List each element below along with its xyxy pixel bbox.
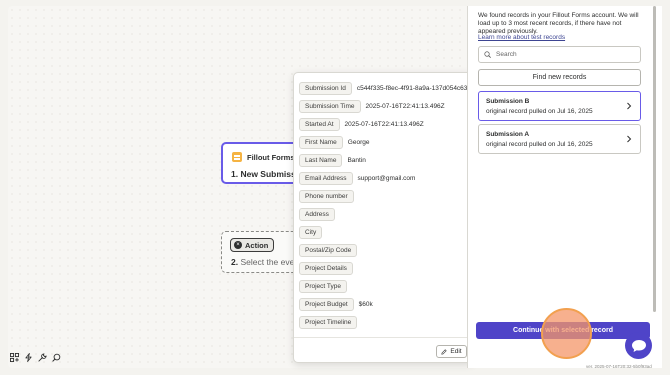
- canvas-toolbar: [10, 353, 61, 362]
- field-row: Started At 2025-07-16T22:41:13.496Z: [299, 118, 424, 131]
- close-icon: ×: [234, 241, 242, 249]
- learn-more-link[interactable]: Learn more about test records: [478, 34, 565, 41]
- field-label: Project Details: [299, 262, 353, 275]
- step-app: Fillout Forms: [232, 152, 295, 162]
- field-value: 2025-07-16T22:41:13.496Z: [344, 121, 424, 128]
- field-row: Submission Time 2025-07-16T22:41:13.496Z: [299, 100, 445, 113]
- field-row: Project Budget $60k: [299, 298, 373, 311]
- chevron-right-icon: [627, 135, 632, 143]
- search-icon[interactable]: [52, 353, 61, 362]
- field-row: Submission Id c544f335-f8ec-4f91-8a9a-13…: [299, 82, 473, 95]
- record-title: Submission B: [486, 98, 530, 105]
- field-label: Project Type: [299, 280, 348, 293]
- field-row: Phone number: [299, 190, 354, 203]
- search-input[interactable]: [496, 51, 636, 58]
- step-title: 2. Select the event: [231, 257, 301, 267]
- field-label: First Name: [299, 136, 343, 149]
- field-label: Submission Id: [299, 82, 352, 95]
- step-app-name: Fillout Forms: [247, 152, 295, 162]
- wrench-icon[interactable]: [38, 353, 47, 362]
- field-label: Address: [299, 208, 335, 221]
- continue-with-selected-record-button[interactable]: Continue with selected record: [476, 322, 650, 339]
- field-row: Address: [299, 208, 335, 221]
- field-row: City: [299, 226, 323, 239]
- chevron-right-icon: [627, 102, 632, 110]
- record-subtitle: original record pulled on Jul 16, 2025: [486, 141, 593, 148]
- field-value: $60k: [358, 301, 373, 308]
- apps-icon[interactable]: [10, 353, 19, 362]
- field-value: c544f335-f8ec-4f91-8a9a-137d054c63f0: [356, 85, 473, 92]
- search-field[interactable]: [478, 46, 641, 63]
- step-number: 1.: [231, 169, 239, 179]
- panel-intro-text: We found records in your Fillout Forms a…: [478, 12, 639, 35]
- bolt-icon[interactable]: [24, 353, 33, 362]
- popup-divider: [294, 337, 473, 338]
- edit-icon: [441, 348, 447, 355]
- edit-button[interactable]: Edit: [436, 345, 467, 358]
- version-label: ver. 2025-07-16T20:32-5b0f93ad: [586, 364, 652, 369]
- test-records-panel: We found records in your Fillout Forms a…: [467, 6, 662, 368]
- field-value: 2025-07-16T22:41:13.496Z: [365, 103, 445, 110]
- edit-button-label: Edit: [450, 348, 462, 355]
- record-detail-popup: Submission Id c544f335-f8ec-4f91-8a9a-13…: [293, 72, 474, 363]
- field-label: Project Timeline: [299, 316, 358, 329]
- field-label: Started At: [299, 118, 340, 131]
- field-row: Project Type: [299, 280, 348, 293]
- record-title: Submission A: [486, 131, 530, 138]
- action-pill-label: Action: [245, 240, 269, 250]
- step-event: Select the event: [240, 257, 301, 267]
- search-icon: [484, 51, 491, 58]
- field-label: Project Budget: [299, 298, 354, 311]
- field-label: Phone number: [299, 190, 354, 203]
- field-row: Postal/Zip Code: [299, 244, 358, 257]
- fillout-logo-icon: [232, 152, 242, 162]
- field-value: Bantin: [347, 157, 366, 164]
- record-item-submission-b[interactable]: Submission B original record pulled on J…: [478, 91, 641, 121]
- step-number: 2.: [231, 257, 239, 267]
- field-label: Email Address: [299, 172, 353, 185]
- chat-button[interactable]: [625, 332, 652, 359]
- field-row: First Name George: [299, 136, 369, 149]
- action-pill: × Action: [230, 238, 275, 252]
- record-subtitle: original record pulled on Jul 16, 2025: [486, 108, 593, 115]
- record-item-submission-a[interactable]: Submission A original record pulled on J…: [478, 124, 641, 154]
- field-label: City: [299, 226, 323, 239]
- field-row: Project Timeline: [299, 316, 358, 329]
- field-row: Project Details: [299, 262, 353, 275]
- field-label: Last Name: [299, 154, 343, 167]
- panel-scrollbar[interactable]: [653, 6, 656, 312]
- action-step-card[interactable]: × Action 2. Select the event: [221, 231, 301, 273]
- field-row: Email Address support@gmail.com: [299, 172, 415, 185]
- find-new-records-button[interactable]: Find new records: [478, 69, 641, 86]
- field-value: support@gmail.com: [357, 175, 416, 182]
- field-value: George: [347, 139, 370, 146]
- field-label: Postal/Zip Code: [299, 244, 358, 257]
- field-row: Last Name Bantin: [299, 154, 366, 167]
- chat-icon: [631, 339, 646, 352]
- field-label: Submission Time: [299, 100, 361, 113]
